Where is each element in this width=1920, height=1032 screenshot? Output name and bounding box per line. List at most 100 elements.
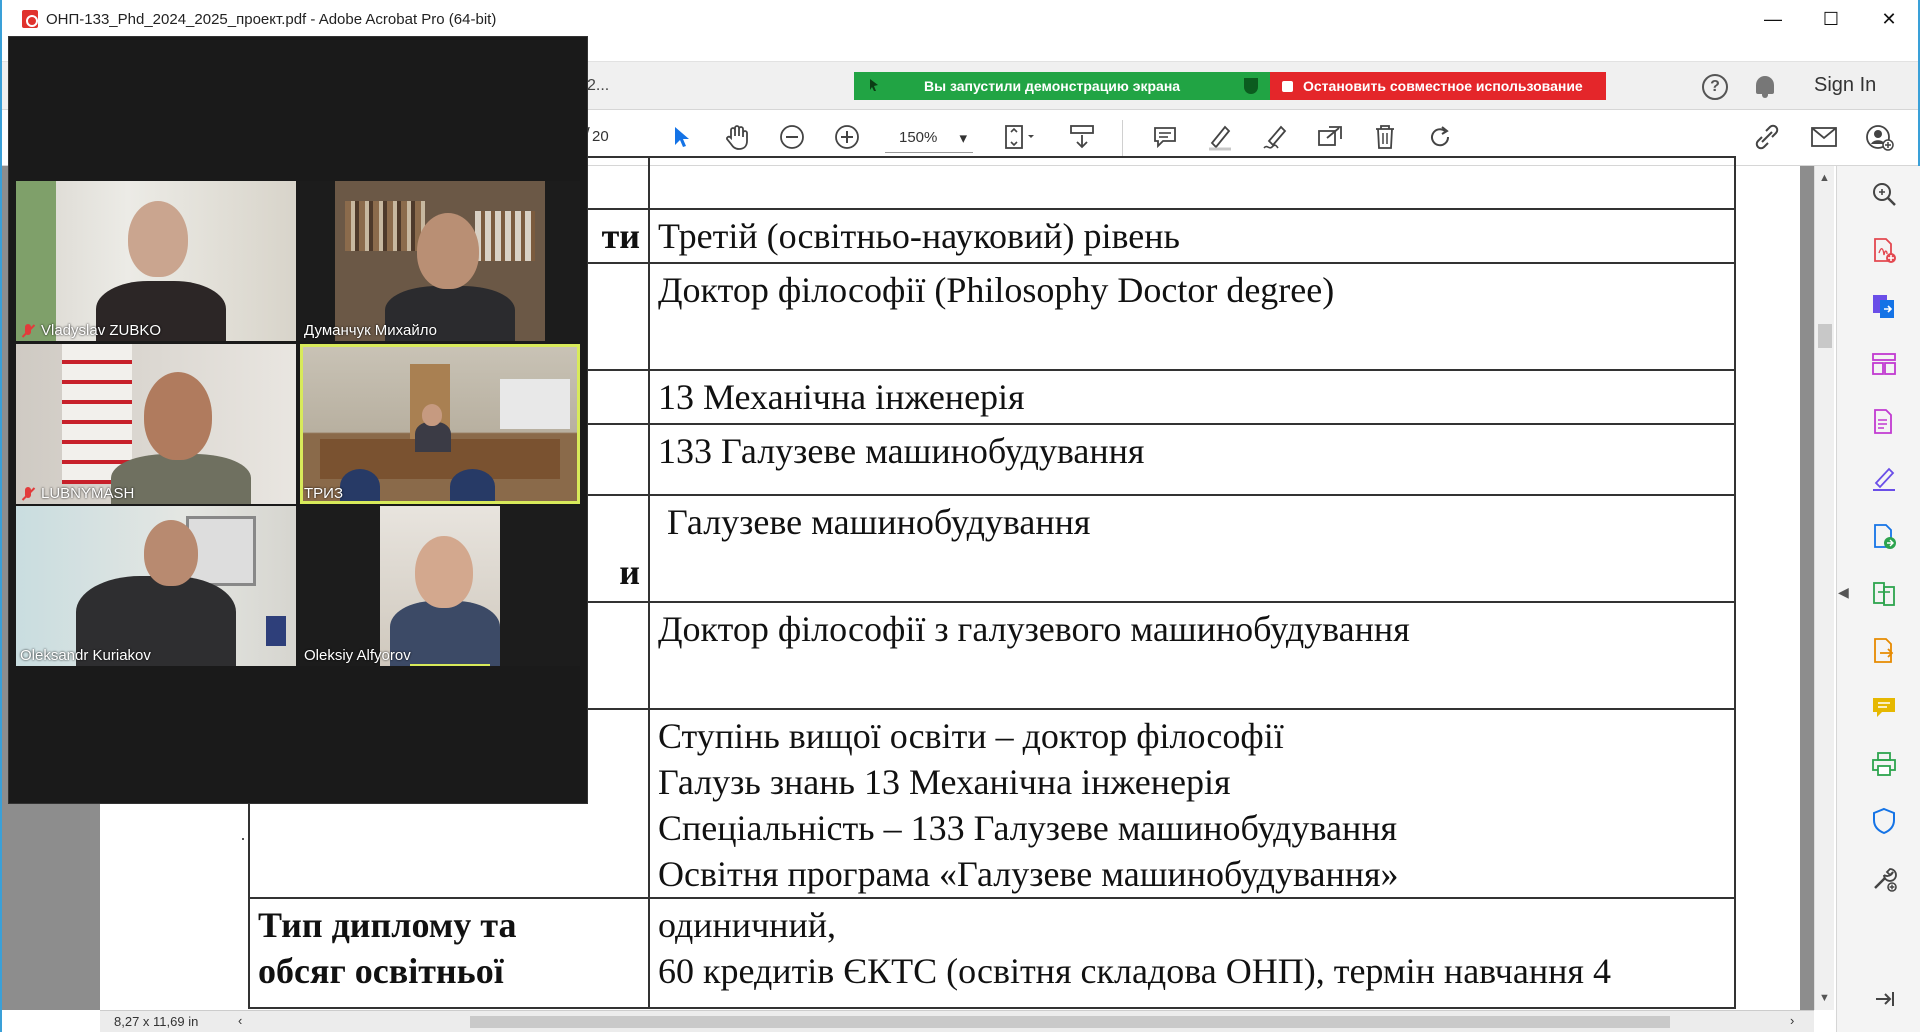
collapse-pane-icon[interactable]: ◀ xyxy=(1838,584,1850,601)
minimize-button[interactable]: — xyxy=(1744,0,1802,38)
person-head xyxy=(128,201,188,277)
table-cell-value: Третій (освітньо-науковий) рівень xyxy=(648,208,1736,264)
rotate-icon[interactable] xyxy=(1425,122,1455,152)
participant-name-text: LUBNYMASH xyxy=(41,485,135,502)
acrobat-app-icon xyxy=(22,10,38,28)
value-line: 60 кредитів ЄКТС (освітня складова ОНП),… xyxy=(658,951,1611,991)
add-user-icon[interactable] xyxy=(1864,122,1894,152)
delete-icon[interactable] xyxy=(1370,122,1400,152)
participant-name: ТРИЗ xyxy=(304,485,343,502)
muted-mic-icon xyxy=(20,486,36,501)
participant-name-text: Думанчук Михайло xyxy=(304,322,437,339)
vertical-scroll-thumb[interactable] xyxy=(1818,324,1832,348)
table-row: Тип диплому та обсяг освітньої одиничний… xyxy=(248,897,1736,1009)
maximize-button[interactable]: ☐ xyxy=(1802,0,1860,38)
stop-icon xyxy=(1282,80,1293,92)
zoom-in-icon[interactable] xyxy=(832,122,862,152)
participant-name: Думанчук Михайло xyxy=(304,322,437,339)
qualification-line: Освітня програма «Галузеве машинобудуван… xyxy=(658,854,1399,894)
export-document-icon[interactable] xyxy=(1870,637,1898,665)
help-icon[interactable]: ? xyxy=(1702,74,1728,100)
comment-icon[interactable] xyxy=(1150,122,1180,152)
participant-tile[interactable]: Oleksiy Alfyorov xyxy=(300,506,580,666)
sign-in-link[interactable]: Sign In xyxy=(1814,74,1876,97)
close-button[interactable]: ✕ xyxy=(1860,0,1918,38)
participant-tile[interactable]: Думанчук Михайло xyxy=(300,181,580,341)
sign-pen-icon[interactable] xyxy=(1260,122,1290,152)
person-head xyxy=(417,213,479,289)
title-bar: ОНП-133_Phd_2024_2025_проект.pdf - Adobe… xyxy=(2,0,1918,38)
fill-sign-icon[interactable] xyxy=(1870,465,1898,493)
table-cell-value: одиничний, 60 кредитів ЄКТС (освітня скл… xyxy=(648,897,1736,1009)
participant-name-text: Oleksandr Kuriakov xyxy=(20,647,151,664)
scroll-left-icon[interactable]: ‹ xyxy=(238,1013,242,1028)
horizontal-scroll-thumb[interactable] xyxy=(470,1016,1670,1028)
more-tools-icon[interactable] xyxy=(1870,865,1898,893)
qualification-line: Ступінь вищої освіти – доктор філософії xyxy=(658,716,1284,756)
create-pdf-icon[interactable] xyxy=(1870,237,1898,265)
participant-name: LUBNYMASH xyxy=(20,485,134,502)
export-pdf-icon[interactable] xyxy=(1870,292,1898,320)
participant-name: Oleksiy Alfyorov xyxy=(304,647,411,664)
zoom-level-dropdown[interactable]: 150% ▾ xyxy=(885,123,973,153)
organize-pages-icon[interactable] xyxy=(1870,350,1898,378)
page-speck xyxy=(242,838,244,840)
participant-tile[interactable]: Oleksandr Kuriakov xyxy=(16,506,296,666)
table-cell-value: Ступінь вищої освіти – доктор філософії … xyxy=(648,708,1736,899)
print-production-icon[interactable] xyxy=(1870,750,1898,778)
stop-share-label: Остановить совместное использование xyxy=(1303,78,1583,94)
window-controls: — ☐ ✕ xyxy=(1744,0,1918,38)
label-line: обсяг освітньої xyxy=(258,951,504,991)
participant-tile[interactable]: Vladyslav ZUBKO xyxy=(16,181,296,341)
pin-icon xyxy=(868,78,884,95)
participant-name-text: Oleksiy Alfyorov xyxy=(304,647,411,664)
zoom-level-value: 150% xyxy=(899,129,938,146)
participant-name: Vladyslav ZUBKO xyxy=(20,322,161,339)
screen-share-banner: Вы запустили демонстрацию экрана xyxy=(854,72,1270,100)
expand-pane-icon[interactable] xyxy=(1870,985,1898,1013)
zoom-out-icon[interactable] xyxy=(777,122,807,152)
scroll-right-icon[interactable]: › xyxy=(1790,1013,1794,1028)
comment-tool-icon[interactable] xyxy=(1870,694,1898,722)
table-cell-value: Галузеве машинобудування xyxy=(648,494,1736,603)
hand-tool-icon[interactable] xyxy=(722,122,752,152)
document-tab[interactable]: 2... xyxy=(587,62,647,110)
stop-share-button[interactable]: Остановить совместное использование xyxy=(1270,72,1606,100)
vertical-scrollbar[interactable]: ▲ ▼ xyxy=(1814,166,1834,1010)
compare-files-icon[interactable] xyxy=(1870,580,1898,608)
share-link-icon[interactable] xyxy=(1315,122,1345,152)
send-for-comments-icon[interactable] xyxy=(1870,523,1898,551)
chevron-down-icon: ▾ xyxy=(959,129,967,147)
person-head xyxy=(144,372,212,460)
page-total: 20 xyxy=(592,128,609,145)
scroll-down-icon[interactable]: ▼ xyxy=(1819,992,1830,1004)
screen-share-text: Вы запустили демонстрацию экрана xyxy=(924,78,1181,94)
scroll-up-icon[interactable]: ▲ xyxy=(1819,172,1830,184)
active-speaker-border xyxy=(300,344,580,504)
edit-pdf-icon[interactable] xyxy=(1870,408,1898,436)
video-gallery-panel[interactable]: Vladyslav ZUBKO Думанчук Михайло LUBNYMA… xyxy=(8,36,588,804)
scroll-mode-icon[interactable] xyxy=(1067,122,1097,152)
email-icon[interactable] xyxy=(1809,122,1839,152)
participant-name: Oleksandr Kuriakov xyxy=(20,647,151,664)
table-cell-label: Тип диплому та обсяг освітньої xyxy=(248,897,650,1009)
link-icon[interactable] xyxy=(1754,122,1784,152)
coffee-mug xyxy=(266,616,286,646)
participant-tile[interactable]: LUBNYMASH xyxy=(16,344,296,504)
select-cursor-icon[interactable] xyxy=(667,122,697,152)
fit-page-icon[interactable] xyxy=(1000,122,1040,152)
video-accent-line xyxy=(410,664,490,666)
table-cell-value: Доктор філософії з галузевого машинобуду… xyxy=(648,601,1736,710)
protect-shield-icon[interactable] xyxy=(1870,807,1898,835)
highlight-pen-icon[interactable] xyxy=(1205,122,1235,152)
search-zoom-icon[interactable] xyxy=(1870,180,1898,208)
notification-bell-icon[interactable] xyxy=(1754,74,1776,98)
plant-blur xyxy=(16,181,56,341)
toolbar-separator xyxy=(1122,120,1123,156)
shield-icon xyxy=(1244,78,1258,94)
books-right xyxy=(475,211,535,261)
label-line: Тип диплому та xyxy=(258,905,517,945)
participant-tile-active[interactable]: ТРИЗ xyxy=(300,344,580,504)
muted-mic-icon xyxy=(20,323,36,338)
person-head xyxy=(144,520,198,586)
